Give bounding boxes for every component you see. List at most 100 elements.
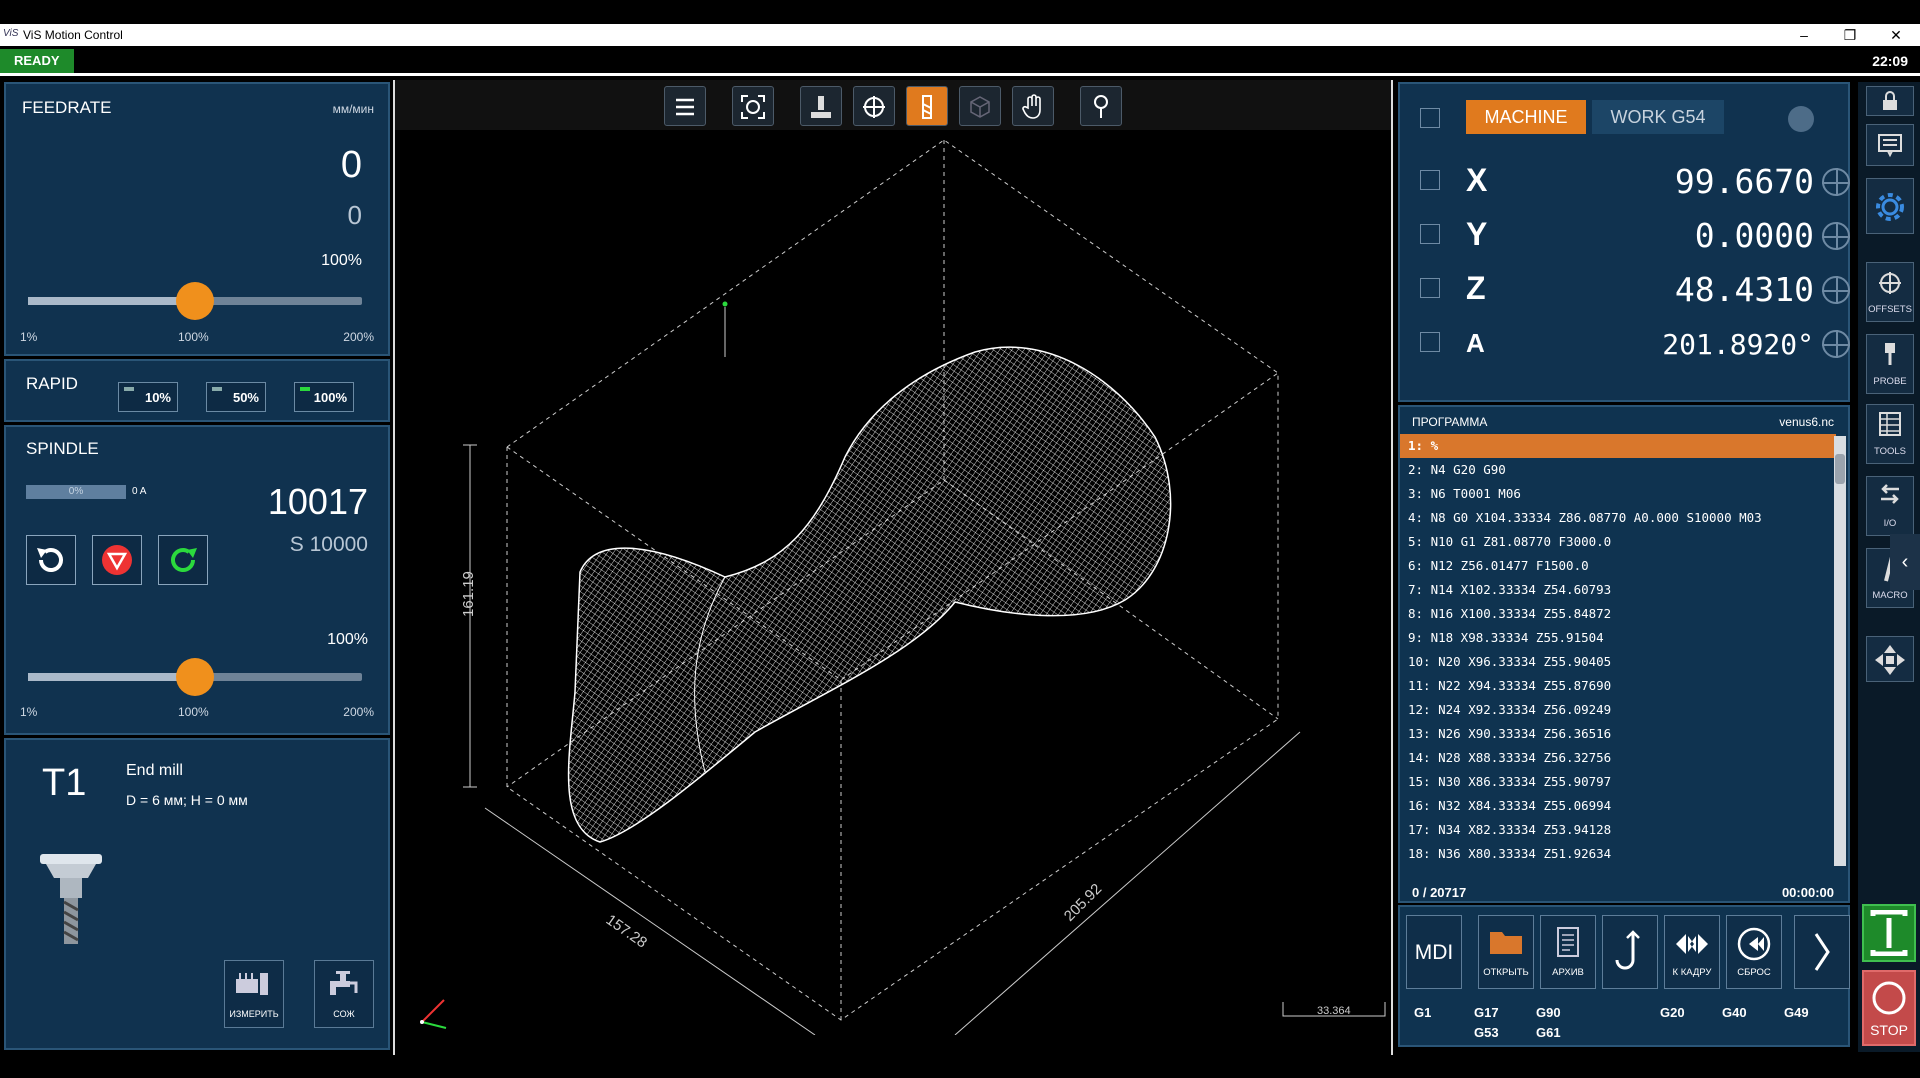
program-line[interactable]: 1: % (1400, 434, 1836, 458)
zoom-fit-button[interactable] (732, 86, 774, 126)
axis-triad-icon (420, 999, 447, 1029)
mdi-button[interactable]: MDI (1406, 915, 1462, 989)
pan-button[interactable] (1012, 86, 1054, 126)
probe-button[interactable]: PROBE (1866, 334, 1914, 394)
dim-depth: 157.28 (603, 911, 650, 951)
rapid-100-button[interactable]: 100% (294, 382, 354, 412)
work-tab[interactable]: WORK G54 (1592, 100, 1724, 134)
home-all-icon[interactable] (1420, 108, 1440, 128)
gcode-g49: G49 (1784, 1005, 1809, 1020)
program-line[interactable]: 5: N10 G1 Z81.08770 F3000.0 (1408, 530, 1838, 554)
program-line[interactable]: 18: N36 X80.33334 Z51.92634 (1408, 842, 1838, 866)
feedrate-slider[interactable] (28, 282, 362, 320)
message-button[interactable] (1866, 124, 1914, 166)
program-scrollbar-thumb[interactable] (1835, 454, 1845, 484)
axis-name-a: A (1466, 328, 1485, 358)
program-line[interactable]: 9: N18 X98.33334 Z55.91504 (1408, 626, 1838, 650)
program-line[interactable]: 15: N30 X86.33334 Z55.90797 (1408, 770, 1838, 794)
goto-line-button[interactable]: К КАДРУ (1664, 915, 1720, 989)
marker-button[interactable] (1080, 86, 1122, 126)
zero-z-icon[interactable] (1822, 276, 1850, 304)
program-scrollbar[interactable] (1834, 436, 1846, 866)
axis-row-z: Z 48.4310 (1404, 262, 1856, 316)
home-y-icon[interactable] (1420, 224, 1440, 244)
machine-tab[interactable]: MACHINE (1466, 100, 1586, 134)
next-button[interactable] (1794, 915, 1850, 989)
stop-circle-icon (1872, 981, 1906, 1015)
program-line[interactable]: 14: N28 X88.33334 Z56.32756 (1408, 746, 1838, 770)
macro-label: MACRO (1872, 590, 1908, 601)
measure-tool-label: ИЗМЕРИТЬ (229, 1009, 279, 1019)
home-a-icon[interactable] (1420, 332, 1440, 352)
zero-x-icon[interactable] (1822, 168, 1850, 196)
spindle-slider[interactable] (28, 658, 362, 696)
spindle-stop-button[interactable] (92, 535, 142, 585)
reset-label: СБРОС (1737, 967, 1771, 978)
spindle-slider-knob[interactable] (176, 658, 214, 696)
open-button[interactable]: ОТКРЫТЬ (1478, 915, 1534, 989)
program-line[interactable]: 13: N26 X90.33334 Z56.36516 (1408, 722, 1838, 746)
archive-button[interactable]: АРХИВ (1540, 915, 1596, 989)
program-line[interactable]: 2: N4 G20 G90 (1408, 458, 1838, 482)
axis-value-a: 201.8920° (1662, 328, 1814, 361)
rapid-50-button[interactable]: 50% (206, 382, 266, 412)
lock-icon (1883, 91, 1897, 110)
program-line[interactable]: 4: N8 G0 X104.33334 Z86.08770 A0.000 S10… (1408, 506, 1838, 530)
view-stock-button[interactable] (959, 86, 1001, 126)
program-line[interactable]: 16: N32 X84.33334 Z55.06994 (1408, 794, 1838, 818)
program-line[interactable]: 17: N34 X82.33334 Z53.94128 (1408, 818, 1838, 842)
gcode-g20: G20 (1660, 1005, 1685, 1020)
program-line[interactable]: 7: N14 X102.33334 Z54.60793 (1408, 578, 1838, 602)
program-line[interactable]: 3: N6 T0001 M06 (1408, 482, 1838, 506)
hook-button[interactable] (1602, 915, 1658, 989)
start-button[interactable] (1862, 904, 1916, 962)
home-x-icon[interactable] (1420, 170, 1440, 190)
measure-tool-button[interactable]: ИЗМЕРИТЬ (224, 960, 284, 1028)
minimize-button[interactable]: – (1784, 25, 1824, 45)
settings-button[interactable] (1866, 178, 1914, 234)
home-z-icon[interactable] (1420, 278, 1440, 298)
jog-button[interactable] (1866, 636, 1914, 682)
program-line[interactable]: 8: N16 X100.33334 Z55.84872 (1408, 602, 1838, 626)
feedrate-set: 0 (347, 200, 362, 230)
view-tool-button[interactable] (906, 86, 948, 126)
menu-button[interactable] (664, 86, 706, 126)
tools-button[interactable]: TOOLS (1866, 404, 1914, 464)
rapid-100-label: 100% (313, 390, 347, 405)
reset-button[interactable]: СБРОС (1726, 915, 1782, 989)
rapid-10-label: 10% (144, 390, 171, 405)
zero-y-icon[interactable] (1822, 222, 1850, 250)
tool-name: End mill (126, 762, 183, 779)
view-machine-button[interactable] (800, 86, 842, 126)
program-line[interactable]: 10: N20 X96.33334 Z55.90405 (1408, 650, 1838, 674)
gcode-g40: G40 (1722, 1005, 1747, 1020)
globe-icon[interactable] (1788, 106, 1814, 132)
feedrate-value: 0 (340, 144, 362, 186)
io-button[interactable]: I/O (1866, 476, 1914, 536)
collapse-sidebar-button[interactable]: ‹ (1890, 534, 1920, 590)
program-line[interactable]: 6: N12 Z56.01477 F1500.0 (1408, 554, 1838, 578)
view-origin-button[interactable] (853, 86, 895, 126)
rapid-100-indicator (300, 387, 310, 391)
window-title: ViS Motion Control (23, 28, 123, 42)
offsets-button[interactable]: OFFSETS (1866, 262, 1914, 322)
spindle-ccw-button[interactable] (26, 535, 76, 585)
spindle-load-bar: 0% (26, 485, 126, 499)
folder-icon (1490, 932, 1522, 954)
coolant-button[interactable]: СОЖ (314, 960, 374, 1028)
program-listing[interactable]: 1: % 2: N4 G20 G90 3: N6 T0001 M06 4: N8 G0… (1400, 434, 1838, 867)
stop-label: STOP (1870, 1022, 1908, 1038)
close-button[interactable]: ✕ (1876, 25, 1916, 45)
archive-label: АРХИВ (1552, 967, 1584, 978)
program-line[interactable]: 12: N24 X92.33334 Z56.09249 (1408, 698, 1838, 722)
program-line[interactable]: 11: N22 X94.33334 Z55.87690 (1408, 674, 1838, 698)
stop-button[interactable]: STOP (1862, 970, 1916, 1046)
lock-button[interactable] (1866, 86, 1914, 116)
tool-view-icon (922, 95, 932, 119)
maximize-button[interactable]: ❐ (1830, 25, 1870, 45)
spindle-cw-button[interactable] (158, 535, 208, 585)
rapid-50-indicator (212, 387, 222, 391)
rapid-10-button[interactable]: 10% (118, 382, 178, 412)
zero-a-icon[interactable] (1822, 330, 1850, 358)
feedrate-slider-knob[interactable] (176, 282, 214, 320)
